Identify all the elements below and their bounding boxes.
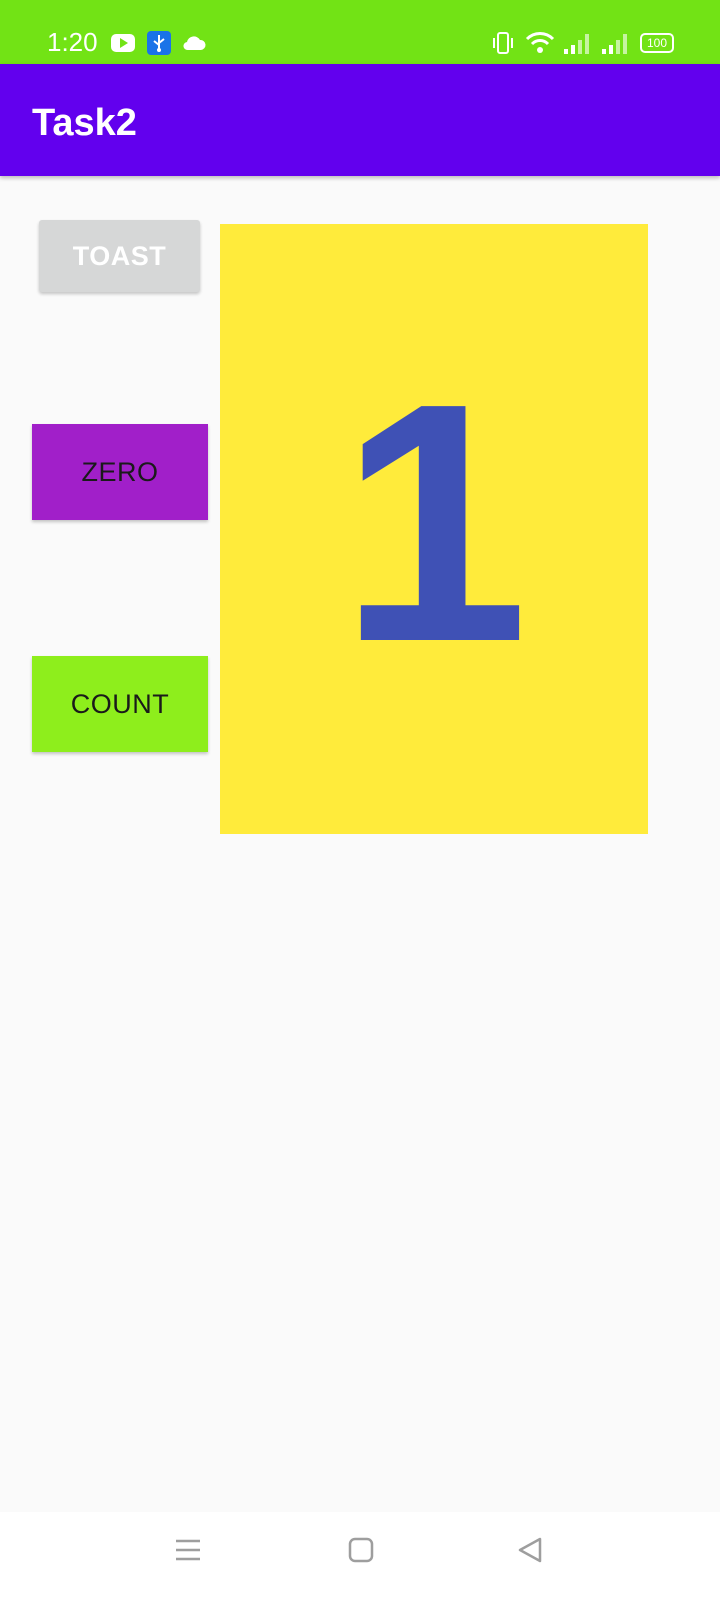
vibrate-icon xyxy=(493,32,513,54)
usb-icon xyxy=(147,31,171,55)
counter-panel: 1 xyxy=(220,224,648,834)
home-icon[interactable] xyxy=(347,1536,375,1564)
app-title: Task2 xyxy=(32,102,137,144)
cloud-icon xyxy=(183,36,206,51)
youtube-icon xyxy=(111,34,135,52)
app-bar: Task2 xyxy=(0,64,720,176)
counter-value: 1 xyxy=(339,333,529,713)
signal-icon xyxy=(602,34,627,54)
battery-icon: 100 xyxy=(640,33,674,53)
count-button[interactable]: COUNT xyxy=(32,656,208,752)
wifi-icon xyxy=(525,32,555,53)
status-time: 1:20 xyxy=(47,27,98,57)
battery-level: 100 xyxy=(646,36,668,50)
back-icon[interactable] xyxy=(516,1536,544,1564)
menu-icon[interactable] xyxy=(174,1536,202,1564)
zero-button[interactable]: ZERO xyxy=(32,424,208,520)
toast-button[interactable]: TOAST xyxy=(39,220,200,292)
status-bar: 1:20 100 xyxy=(0,0,720,64)
signal-icon xyxy=(564,34,589,54)
nav-bar xyxy=(0,1512,720,1600)
